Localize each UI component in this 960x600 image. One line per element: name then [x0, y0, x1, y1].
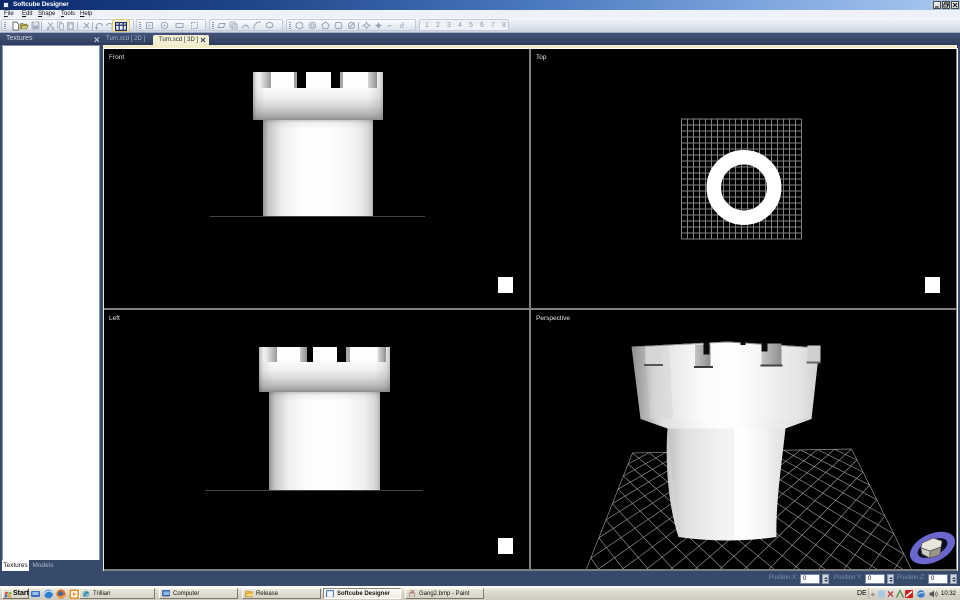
svg-text:«: « — [871, 592, 875, 599]
